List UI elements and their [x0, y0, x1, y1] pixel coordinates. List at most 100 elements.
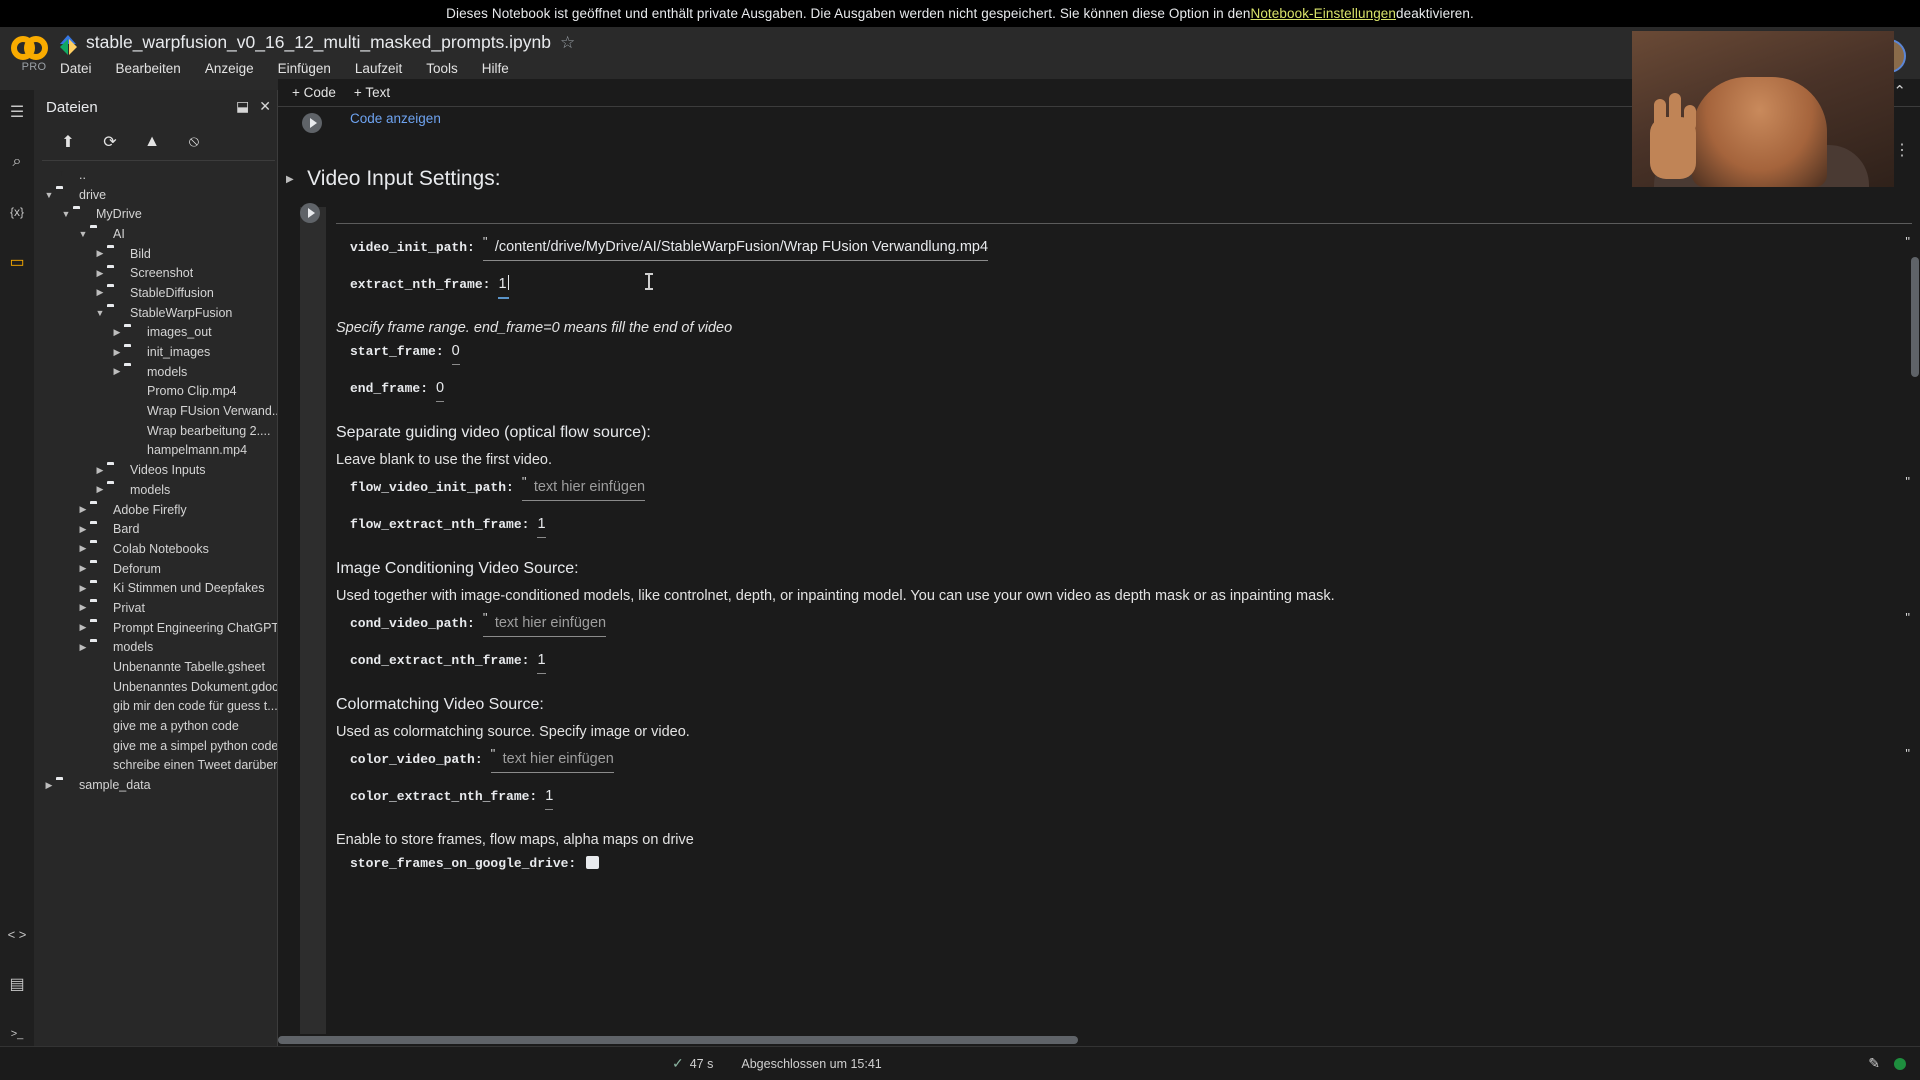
chevron-right-icon[interactable]	[93, 465, 107, 476]
tree-item[interactable]: give me a python code	[34, 716, 277, 736]
tree-item[interactable]: models	[34, 362, 277, 382]
tree-item[interactable]: hampelmann.mp4	[34, 441, 277, 461]
tree-item[interactable]: AI	[34, 224, 277, 244]
run-form-cell-button[interactable]	[300, 203, 320, 223]
tree-item[interactable]: Wrap FUsion Verwand...	[34, 401, 277, 421]
tree-item[interactable]: drive	[34, 185, 277, 205]
files-icon[interactable]: ▭	[5, 250, 29, 274]
tree-item[interactable]: Adobe Firefly	[34, 500, 277, 520]
notebook-title[interactable]: stable_warpfusion_v0_16_12_multi_masked_…	[86, 32, 551, 53]
tree-item[interactable]: Ki Stimmen und Deepfakes	[34, 578, 277, 598]
connected-dot[interactable]	[1894, 1057, 1906, 1070]
chevron-right-icon[interactable]	[110, 366, 124, 377]
tree-item[interactable]: models	[34, 480, 277, 500]
chevron-right-icon[interactable]	[76, 602, 90, 613]
tree-item[interactable]: give me a simpel python code	[34, 736, 277, 756]
run-cell-button[interactable]	[302, 113, 322, 133]
tree-item[interactable]: models	[34, 638, 277, 658]
extract-nth-frame-input[interactable]: 1	[498, 275, 509, 299]
menu-item-datei[interactable]: Datei	[58, 59, 94, 78]
chevron-right-icon[interactable]	[76, 504, 90, 515]
code-snippets-icon[interactable]: < >	[5, 922, 29, 946]
chevron-right-icon[interactable]	[110, 347, 124, 358]
more-vert-icon[interactable]: ⋮	[1894, 140, 1910, 160]
webcam-overlay[interactable]	[1632, 31, 1894, 187]
video-init-path-input[interactable]: /content/drive/MyDrive/AI/StableWarpFusi…	[482, 239, 989, 261]
notebook-settings-link[interactable]: Notebook-Einstellungen	[1250, 6, 1396, 21]
chevron-right-icon[interactable]	[76, 642, 90, 653]
close-icon[interactable]: ✕	[259, 98, 271, 115]
chevron-right-icon[interactable]	[76, 543, 90, 554]
color-extract-nth-frame-input[interactable]: 1	[545, 788, 554, 810]
horizontal-scrollbar-thumb[interactable]	[278, 1036, 1078, 1044]
chevron-right-icon[interactable]	[76, 583, 90, 594]
store-frames-checkbox[interactable]	[586, 856, 600, 869]
tree-item[interactable]: Videos Inputs	[34, 460, 277, 480]
vertical-scrollbar[interactable]	[1911, 257, 1919, 377]
search-icon[interactable]: ⌕	[5, 150, 29, 174]
pencil-icon[interactable]: ✎	[1868, 1055, 1880, 1072]
mount-drive-icon[interactable]: ▲	[142, 132, 162, 152]
flow-extract-nth-frame-input[interactable]: 1	[537, 516, 546, 538]
tree-item[interactable]: StableDiffusion	[34, 283, 277, 303]
tree-item[interactable]: Promo Clip.mp4	[34, 382, 277, 402]
tree-item[interactable]: Bild	[34, 244, 277, 264]
tree-item[interactable]: Screenshot	[34, 263, 277, 283]
chevron-right-icon[interactable]	[76, 524, 90, 535]
tree-item[interactable]: Bard	[34, 519, 277, 539]
star-icon[interactable]: ☆	[560, 33, 575, 53]
menu-item-einfuegen[interactable]: Einfügen	[276, 59, 333, 78]
tree-item[interactable]: ..	[34, 165, 277, 185]
chevron-right-icon[interactable]	[93, 268, 107, 279]
menu-item-anzeige[interactable]: Anzeige	[203, 59, 256, 78]
start-frame-input[interactable]: 0	[451, 343, 460, 365]
menu-item-tools[interactable]: Tools	[424, 59, 460, 78]
tree-item[interactable]: schreibe einen Tweet darüber ...	[34, 756, 277, 776]
tree-item[interactable]: Wrap bearbeitung 2....	[34, 421, 277, 441]
chevron-right-icon[interactable]	[93, 287, 107, 298]
chevron-right-icon[interactable]	[110, 327, 124, 338]
flow-video-init-path-input[interactable]: text hier einfügen	[521, 479, 646, 501]
toc-icon[interactable]: ☰	[5, 100, 29, 124]
tree-item[interactable]: Colab Notebooks	[34, 539, 277, 559]
tree-item[interactable]: gib mir den code für guess t...	[34, 697, 277, 717]
chevron-up-icon[interactable]: ⌃	[1893, 82, 1906, 100]
chevron-down-icon[interactable]	[59, 209, 73, 219]
menu-item-laufzeit[interactable]: Laufzeit	[353, 59, 404, 78]
new-window-icon[interactable]: ⬓	[236, 98, 249, 115]
chevron-down-icon[interactable]	[93, 308, 107, 318]
chevron-down-icon[interactable]	[42, 190, 56, 200]
tree-item[interactable]: sample_data	[34, 775, 277, 795]
cond-extract-nth-frame-input[interactable]: 1	[537, 652, 546, 674]
show-code-link[interactable]: Code anzeigen	[350, 111, 441, 126]
end-frame-input[interactable]: 0	[436, 380, 445, 402]
chevron-down-icon[interactable]	[76, 229, 90, 239]
tree-item[interactable]: init_images	[34, 342, 277, 362]
tree-item[interactable]: images_out	[34, 323, 277, 343]
menu-item-bearbeiten[interactable]: Bearbeiten	[114, 59, 183, 78]
tree-item[interactable]: Deforum	[34, 559, 277, 579]
terminal-icon[interactable]: >_	[5, 1022, 29, 1046]
tree-item[interactable]: Unbenannte Tabelle.gsheet	[34, 657, 277, 677]
cond-video-path-input[interactable]: text hier einfügen	[482, 615, 607, 637]
refresh-folder-icon[interactable]: ⟳	[100, 132, 120, 152]
tree-item[interactable]: Prompt Engineering ChatGPT,...	[34, 618, 277, 638]
tree-item[interactable]: Privat	[34, 598, 277, 618]
commands-icon[interactable]: ▤	[5, 972, 29, 996]
chevron-right-icon[interactable]	[93, 248, 107, 259]
menu-item-hilfe[interactable]: Hilfe	[480, 59, 511, 78]
horizontal-scrollbar-track[interactable]	[278, 1034, 1920, 1046]
chevron-right-icon[interactable]	[76, 563, 90, 574]
tree-item[interactable]: Unbenanntes Dokument.gdoc	[34, 677, 277, 697]
variables-icon[interactable]: {x}	[5, 200, 29, 224]
add-code-button[interactable]: + Code	[292, 85, 336, 100]
chevron-right-icon[interactable]	[42, 780, 56, 791]
chevron-right-icon[interactable]	[93, 484, 107, 495]
upload-icon[interactable]: ⬆	[58, 132, 78, 152]
tree-item[interactable]: MyDrive	[34, 204, 277, 224]
color-video-path-input[interactable]: text hier einfügen	[490, 751, 614, 773]
chevron-right-icon[interactable]	[76, 622, 90, 633]
tree-item[interactable]: StableWarpFusion	[34, 303, 277, 323]
add-text-button[interactable]: + Text	[354, 85, 390, 100]
section-collapse-icon[interactable]: ▶	[286, 174, 294, 185]
